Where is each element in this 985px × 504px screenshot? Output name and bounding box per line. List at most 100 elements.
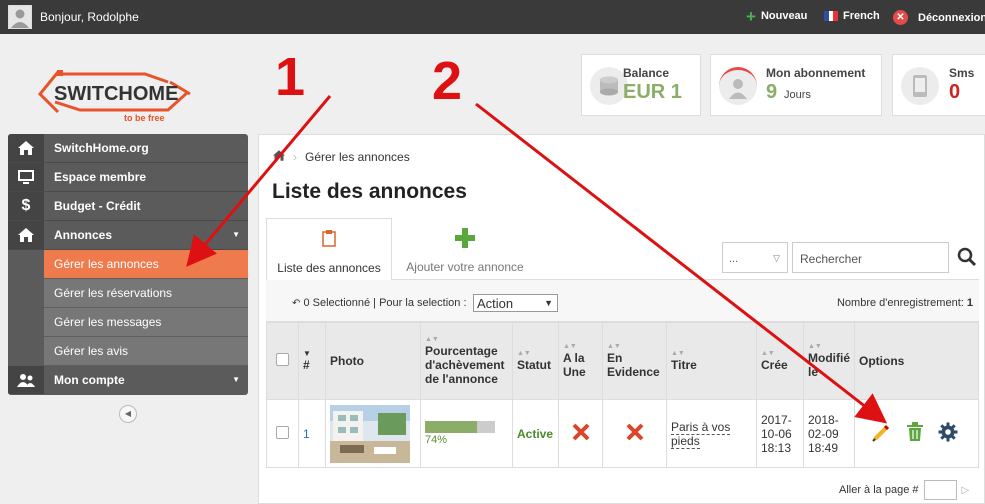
cross-icon: [626, 423, 643, 441]
select-all-checkbox[interactable]: [276, 353, 289, 366]
annonces-table: ▼ # Photo ▲▼ Pourcentage d'achèvement de l…: [266, 322, 979, 468]
sidebar-item-mon-compte[interactable]: Mon compte ▼: [8, 366, 248, 395]
header-label: Photo: [330, 354, 364, 368]
gear-icon[interactable]: [938, 422, 958, 445]
sidebar-subitem-gerer-messages[interactable]: Gérer les messages: [44, 308, 248, 337]
user-icon: [719, 67, 757, 105]
header-label: Options: [859, 354, 905, 368]
sidebar-item-espace-membre[interactable]: Espace membre: [8, 163, 248, 192]
logout-button[interactable]: ✕ Déconnexion: [893, 10, 985, 25]
header-pourcentage[interactable]: ▲▼ Pourcentage d'achèvement de l'annonce: [420, 322, 513, 400]
sidebar-item-label: Budget - Crédit: [54, 199, 141, 213]
sort-icon: ▲▼: [517, 350, 531, 357]
next-page-icon[interactable]: ▷: [962, 485, 970, 496]
sidebar-item-budget[interactable]: $ Budget - Crédit: [8, 192, 248, 221]
a-la-une-toggle[interactable]: [558, 399, 603, 468]
top-bar: Bonjour, Rodolphe + Nouveau French ✕ Déc…: [0, 0, 985, 34]
trash-icon[interactable]: [906, 422, 924, 445]
selection-label: 0 Selectionné | Pour la selection :: [303, 297, 467, 309]
pager-label: Aller à la page #: [839, 484, 919, 496]
en-evidence-toggle[interactable]: [602, 399, 667, 468]
logout-label: Déconnexion: [918, 11, 985, 24]
chevron-down-icon: ▽: [773, 253, 780, 263]
subscription-value: 9: [766, 81, 778, 103]
sidebar-subitem-gerer-annonces[interactable]: Gérer les annonces: [44, 250, 248, 279]
logo-wordmark: SWITCHOME: [54, 83, 178, 105]
filter-select[interactable]: ... ▽: [722, 242, 788, 273]
phone-icon: [901, 67, 939, 105]
user-avatar-icon[interactable]: [8, 5, 32, 29]
header-label: En Evidence: [607, 351, 660, 379]
sort-desc-icon: ▼: [303, 349, 311, 358]
sidebar-item-switchhome[interactable]: SwitchHome.org: [8, 134, 248, 163]
bulk-action-bar: ↶ 0 Selectionné | Pour la selection : Ac…: [266, 280, 979, 322]
clipboard-icon: [267, 229, 391, 249]
chevron-down-icon: ▼: [232, 375, 240, 384]
tab-label: Liste des annonces: [277, 261, 381, 275]
collapse-sidebar-button[interactable]: ◀: [119, 405, 137, 423]
sms-value: 0: [949, 81, 961, 103]
header-photo: Photo: [325, 322, 421, 400]
row-options-cell: [854, 399, 979, 468]
balance-card[interactable]: Balance EUR 1: [581, 54, 701, 116]
cross-icon: [572, 423, 589, 441]
header-a-la-une[interactable]: ▲▼ A la Une: [558, 322, 603, 400]
row-photo-cell: [325, 399, 421, 468]
tab-liste-annonces[interactable]: Liste des annonces: [266, 218, 392, 281]
dollar-icon: $: [8, 192, 44, 220]
header-statut[interactable]: ▲▼ Statut: [512, 322, 559, 400]
sidebar-subitem-gerer-avis[interactable]: Gérer les avis: [44, 337, 248, 366]
search-input[interactable]: Rechercher: [792, 242, 949, 273]
row-select-cell: [266, 399, 299, 468]
record-count-value: 1: [966, 297, 973, 309]
plus-icon: +: [746, 6, 756, 26]
logo-tagline: to be free: [124, 113, 165, 123]
row-num[interactable]: 1: [298, 399, 326, 468]
header-label: Modifié le: [808, 351, 850, 379]
tab-ajouter-annonce[interactable]: Ajouter votre annonce: [392, 218, 538, 281]
undo-arrow-icon: ↶: [292, 298, 301, 309]
row-progress-cell: 74%: [420, 399, 513, 468]
new-button[interactable]: + Nouveau: [746, 6, 807, 26]
switchome-logo[interactable]: SWITCHOME to be free: [20, 60, 195, 126]
home-icon: [8, 134, 44, 162]
header-num[interactable]: ▼ #: [298, 322, 326, 400]
subscription-unit: Jours: [784, 89, 811, 101]
language-button[interactable]: French: [824, 10, 880, 22]
row-title-cell: Paris à vos pieds: [666, 399, 757, 468]
listing-photo[interactable]: [330, 404, 410, 463]
page-number-input[interactable]: [923, 480, 957, 500]
logout-icon: ✕: [893, 10, 908, 25]
tab-label: Ajouter votre annonce: [406, 260, 524, 274]
header-titre[interactable]: ▲▼ Titre: [666, 322, 757, 400]
header-cree[interactable]: ▲▼ Crée: [756, 322, 804, 400]
home-icon[interactable]: [273, 150, 285, 164]
sidebar-item-label: Annonces: [54, 228, 113, 242]
row-title-link[interactable]: Paris à vos pieds: [671, 419, 731, 449]
sidebar-subitem-gerer-reservations[interactable]: Gérer les réservations: [44, 279, 248, 308]
select-all-header: [266, 322, 299, 400]
users-icon: [8, 366, 44, 394]
main-panel: › Gérer les annonces Liste des annonces …: [258, 134, 985, 504]
bulk-action-select[interactable]: Action ▼: [473, 294, 558, 312]
sort-icon: ▲▼: [563, 343, 577, 350]
balance-label: Balance: [623, 66, 670, 80]
completion-progress-fill: [425, 421, 477, 433]
page-title: Liste des annonces: [272, 180, 467, 203]
annotation-number-2: 2: [432, 51, 463, 111]
greeting-text: Bonjour, Rodolphe: [40, 10, 139, 24]
completion-progress-bar: [425, 421, 495, 433]
sidebar-item-annonces[interactable]: Annonces ▼: [8, 221, 248, 250]
edit-pencil-icon[interactable]: [871, 422, 891, 445]
sms-card[interactable]: Sms 0: [892, 54, 985, 116]
subscription-card[interactable]: Mon abonnement 9 Jours: [710, 54, 882, 116]
search-icon[interactable]: [957, 247, 977, 270]
header-modifie[interactable]: ▲▼ Modifié le: [803, 322, 855, 400]
sidebar-item-label: SwitchHome.org: [54, 141, 149, 155]
french-flag-icon: [824, 11, 839, 21]
header-en-evidence[interactable]: ▲▼ En Evidence: [602, 322, 667, 400]
header-label: Crée: [761, 358, 788, 372]
breadcrumb-current: Gérer les annonces: [305, 150, 410, 164]
row-checkbox[interactable]: [276, 425, 289, 439]
sort-icon: ▲▼: [425, 336, 439, 343]
